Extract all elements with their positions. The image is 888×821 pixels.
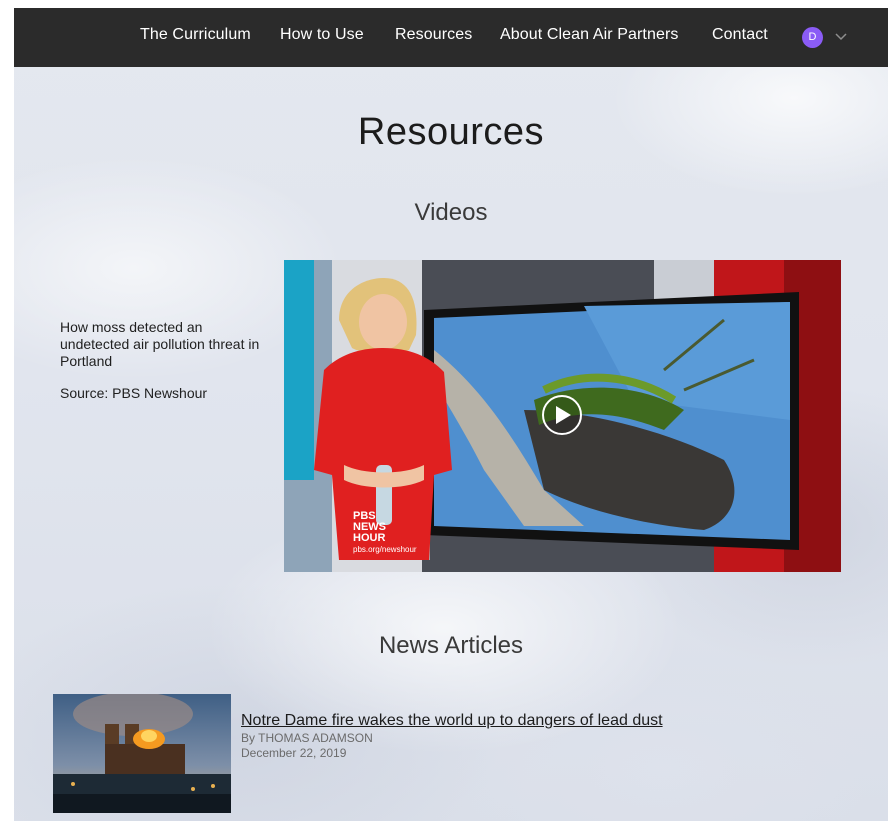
notre-dame-image (53, 694, 231, 813)
nav-how-to-use[interactable]: How to Use (280, 26, 364, 44)
pbs-logo-line3: HOUR (353, 532, 385, 544)
article-date: December 22, 2019 (241, 746, 347, 760)
news-articles-heading: News Articles (378, 632, 524, 659)
page: The Curriculum How to Use Resources Abou… (14, 8, 888, 821)
article-thumbnail[interactable] (53, 694, 231, 813)
video-player[interactable]: PBS NEWS HOUR pbs.org/newshour (284, 260, 841, 572)
main-nav: The Curriculum How to Use Resources Abou… (14, 8, 888, 67)
article-title-link[interactable]: Notre Dame fire wakes the world up to da… (241, 712, 663, 730)
nav-contact[interactable]: Contact (712, 26, 768, 44)
top-nav-bar: The Curriculum How to Use Resources Abou… (14, 8, 888, 67)
avatar[interactable]: D (802, 27, 823, 48)
nav-about[interactable]: About Clean Air Partners (500, 26, 679, 44)
nav-resources[interactable]: Resources (395, 26, 472, 44)
nav-the-curriculum[interactable]: The Curriculum (140, 26, 251, 44)
chevron-down-icon[interactable] (834, 29, 848, 43)
video-description: How moss detected an undetected air poll… (60, 319, 260, 369)
videos-heading: Videos (414, 199, 488, 226)
video-thumbnail: PBS NEWS HOUR pbs.org/newshour (284, 260, 841, 572)
page-title: Resources (357, 111, 545, 153)
article-byline: By THOMAS ADAMSON (241, 731, 373, 745)
pbs-logo-url: pbs.org/newshour (353, 545, 417, 554)
video-source: Source: PBS Newshour (60, 385, 208, 401)
